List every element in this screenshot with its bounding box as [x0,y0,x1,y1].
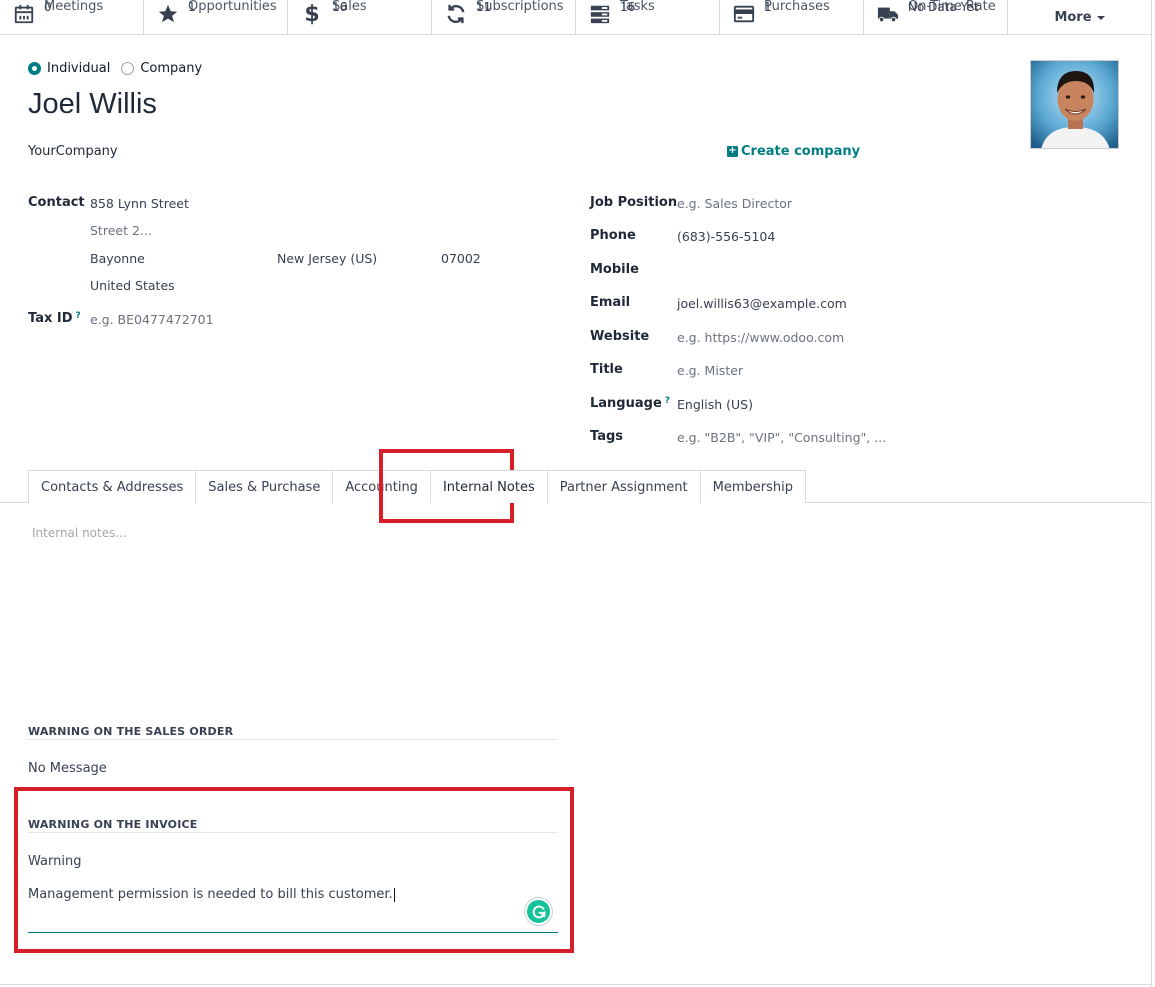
create-company-button[interactable]: + Create company [727,144,860,159]
form-border-bottom [0,984,1152,985]
truck-icon [876,2,900,26]
help-tooltip-icon[interactable]: ? [76,311,81,321]
refresh-icon [444,2,468,26]
internal-notes-editor[interactable]: Internal notes... [32,526,127,540]
stat-value: 0 [44,0,52,14]
website-label: Website [590,329,650,344]
tags-label: Tags [590,429,624,444]
form-border-right [1151,35,1152,987]
language-field[interactable]: English (US) [677,397,753,412]
purchases-button[interactable]: 1 Purchases [720,0,864,35]
phone-label: Phone [590,228,636,243]
partner-type-radio: Individual Company [28,61,213,76]
stat-value: 16 [620,0,636,14]
stat-value: No Data Yet [908,0,979,14]
section-divider [28,739,558,740]
tab-partner-assignment[interactable]: Partner Assignment [546,470,701,503]
individual-label[interactable]: Individual [47,61,110,76]
phone-field[interactable]: (683)-556-5104 [677,229,775,244]
credit-card-icon [732,2,756,26]
country-field[interactable]: United States [90,278,175,293]
title-label: Title [590,362,623,377]
stat-value: 16 [332,0,348,14]
subscriptions-button[interactable]: 11 Subscriptions [432,0,576,35]
meetings-button[interactable]: 0 Meetings [0,0,144,35]
job-position-label: Job Position [590,195,678,210]
city-field[interactable]: Bayonne [90,251,145,266]
street-field[interactable]: 858 Lynn Street [90,196,189,211]
tab-membership[interactable]: Membership [699,470,806,503]
title-field[interactable]: e.g. Mister [677,363,743,378]
dollar-icon: $ [304,1,320,27]
zip-field[interactable]: 07002 [441,251,481,266]
tasks-button[interactable]: 16 Tasks [576,0,720,35]
sales-warning-select[interactable]: No Message [28,761,107,776]
on-time-rate-button[interactable]: No Data Yet On-Time Rate [864,0,1008,35]
more-button[interactable]: More [1008,0,1152,35]
tasks-icon [588,2,612,26]
tags-field[interactable]: e.g. "B2B", "VIP", "Consulting", ... [677,430,886,445]
calendar-icon [12,2,36,26]
more-label: More [1054,10,1092,25]
state-field[interactable]: New Jersey (US) [277,251,377,266]
job-position-field[interactable]: e.g. Sales Director [677,196,792,211]
caret-down-icon [1096,15,1105,20]
tab-contacts-addresses[interactable]: Contacts & Addresses [28,470,197,503]
sales-warning-heading: WARNING ON THE SALES ORDER [28,725,234,738]
plus-square-icon: + [727,145,738,157]
mobile-label: Mobile [590,262,639,277]
highlight-box-invoice-warning [14,787,574,953]
street2-field[interactable]: Street 2... [90,223,152,238]
help-tooltip-icon[interactable]: ? [665,396,670,406]
tab-internal-notes[interactable]: Internal Notes [429,470,548,503]
email-label: Email [590,295,631,310]
company-radio[interactable] [121,62,135,75]
partner-name-field[interactable]: Joel Willis [28,88,157,121]
stat-value: 1 [188,0,196,14]
stat-label: Meetings [44,0,104,14]
create-company-label: Create company [741,144,861,159]
star-icon [156,2,180,26]
sales-button[interactable]: $ 16 Sales [288,0,432,35]
company-field[interactable]: YourCompany [28,144,118,159]
tax-id-label: Tax ID? [28,311,81,326]
contact-label: Contact [28,195,85,210]
stat-label: Purchases [764,0,830,14]
language-label: Language? [590,396,671,411]
opportunities-button[interactable]: 1 Opportunities [144,0,288,35]
tax-id-field[interactable]: e.g. BE0477472701 [90,312,214,327]
stat-value: 11 [476,0,492,14]
stat-value: 1 [764,0,772,14]
stat-button-bar: 0 Meetings 1 Opportunities $ 16 Sales 11 Sub… [0,0,1152,35]
avatar[interactable] [1030,60,1119,149]
email-field[interactable]: joel.willis63@example.com [677,296,847,311]
website-field[interactable]: e.g. https://www.odoo.com [677,330,844,345]
tab-sales-purchase[interactable]: Sales & Purchase [195,470,334,503]
company-label[interactable]: Company [140,61,202,76]
individual-radio[interactable] [28,62,41,75]
stat-label: Opportunities [188,0,277,14]
